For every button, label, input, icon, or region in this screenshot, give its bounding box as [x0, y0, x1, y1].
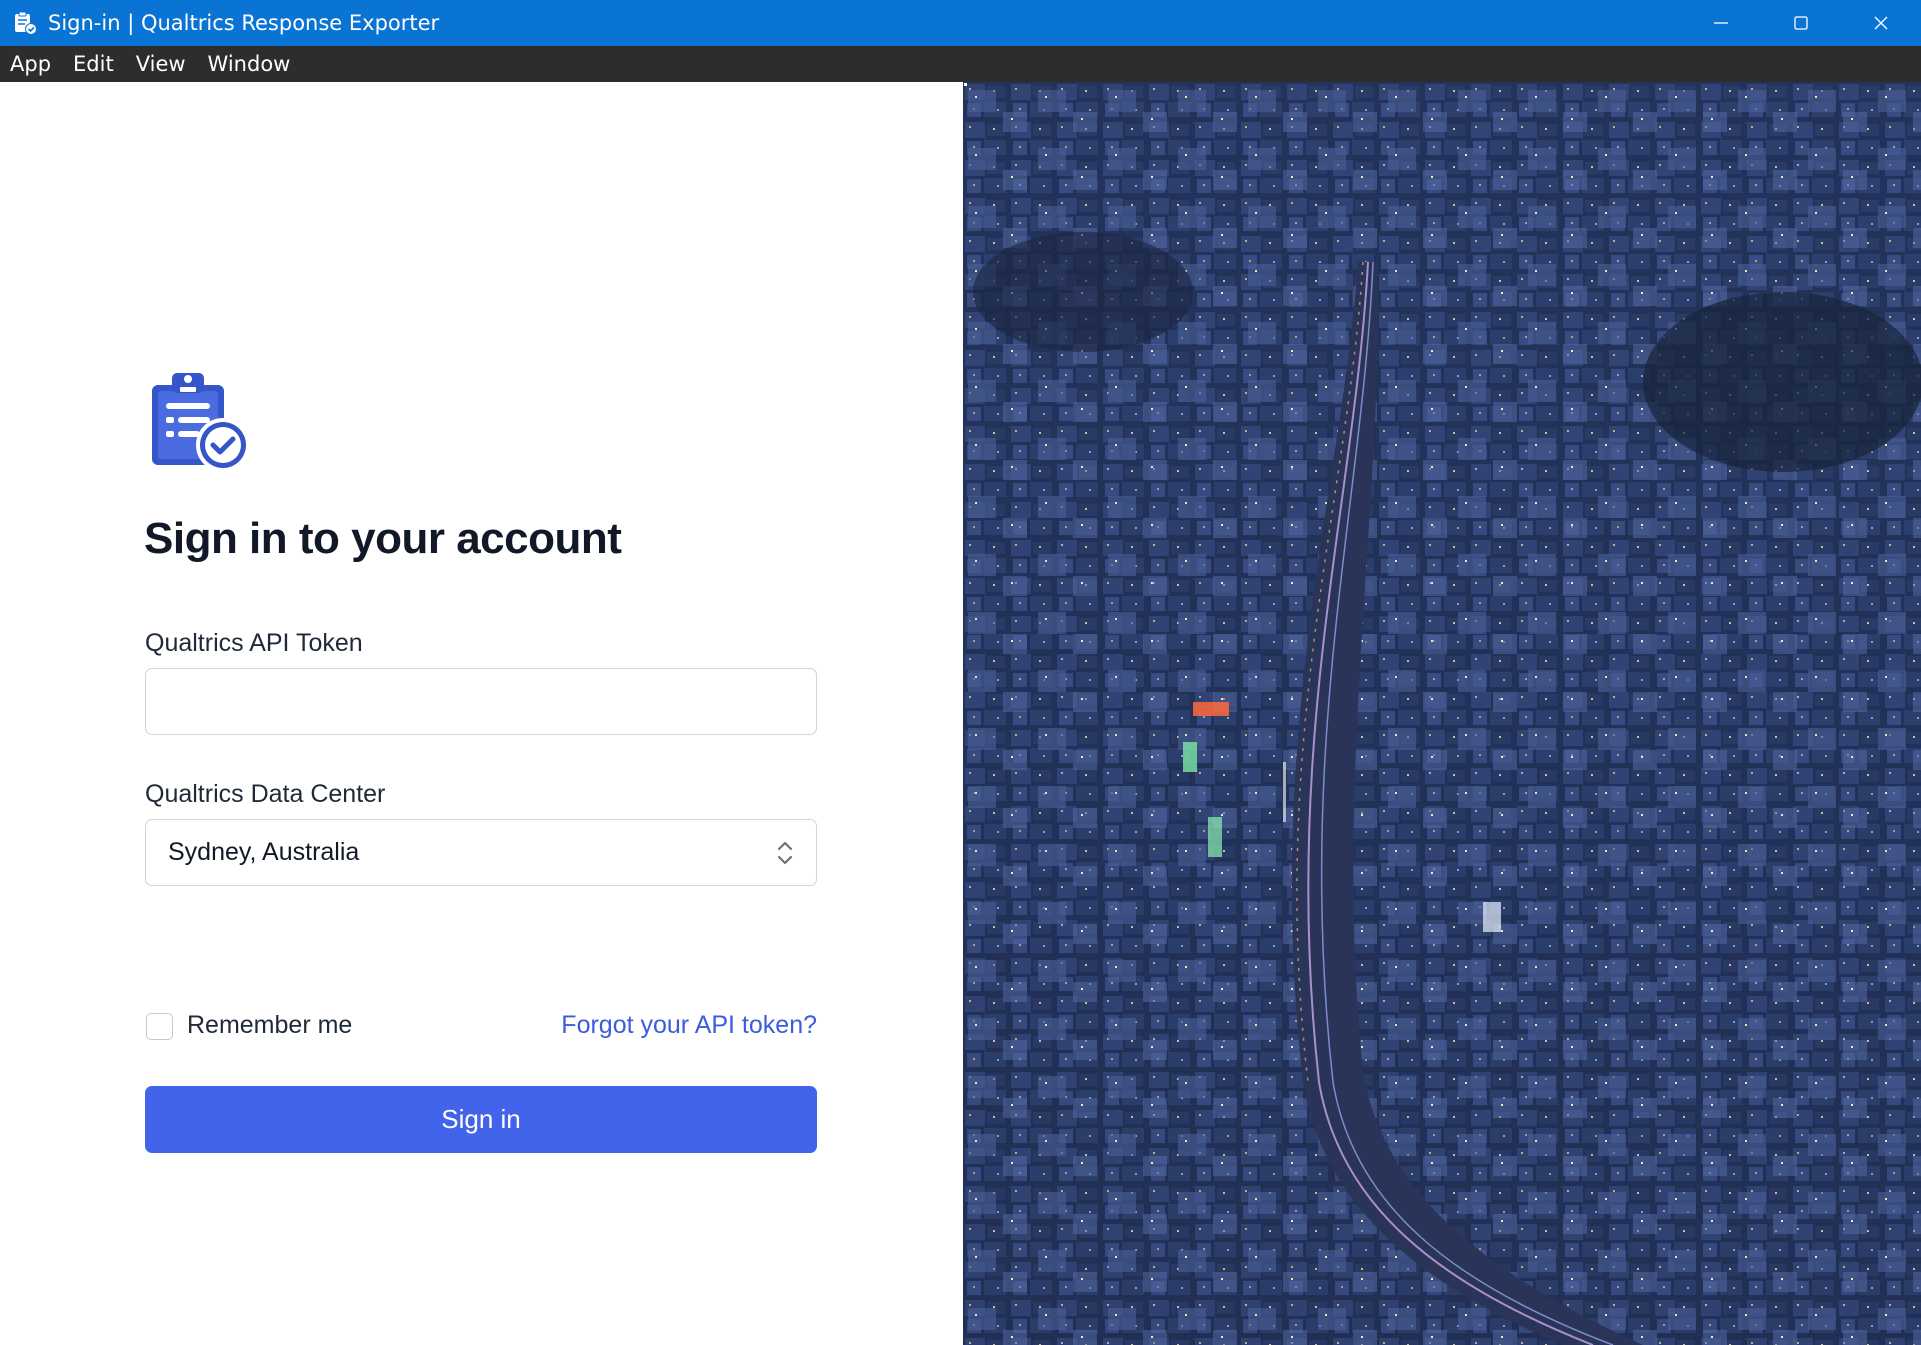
maximize-icon — [1794, 16, 1808, 30]
menu-edit[interactable]: Edit — [73, 52, 114, 76]
menu-app[interactable]: App — [10, 52, 51, 76]
sign-in-button[interactable]: Sign in — [145, 1086, 817, 1153]
api-token-label: Qualtrics API Token — [145, 629, 363, 657]
forgot-token-link[interactable]: Forgot your API token? — [561, 1011, 817, 1040]
minimize-button[interactable] — [1681, 0, 1761, 46]
maximize-button[interactable] — [1761, 0, 1841, 46]
window-title: Sign-in | Qualtrics Response Exporter — [48, 11, 440, 35]
app-clipboard-icon — [15, 11, 37, 35]
signin-panel: Sign in to your account Qualtrics API To… — [0, 82, 963, 1345]
remember-me-label[interactable]: Remember me — [187, 1011, 352, 1040]
close-icon — [1874, 16, 1888, 30]
data-center-select[interactable]: Sydney, Australia — [145, 819, 817, 886]
menu-bar: App Edit View Window — [0, 46, 1921, 82]
api-token-input[interactable] — [145, 668, 817, 735]
data-center-value: Sydney, Australia — [168, 838, 360, 866]
select-chevrons-icon — [777, 841, 793, 864]
menu-window[interactable]: Window — [208, 52, 291, 76]
clipboard-check-logo-icon — [152, 373, 250, 472]
city-night-aerial-image — [963, 82, 1921, 1345]
minimize-icon — [1714, 22, 1728, 24]
data-center-label: Qualtrics Data Center — [145, 780, 386, 808]
menu-view[interactable]: View — [136, 52, 186, 76]
title-bar: Sign-in | Qualtrics Response Exporter — [0, 0, 1921, 46]
window-controls — [1681, 0, 1921, 46]
close-button[interactable] — [1841, 0, 1921, 46]
remember-me-checkbox[interactable] — [146, 1013, 173, 1040]
city-image-drawing — [963, 82, 1921, 1345]
page-title: Sign in to your account — [144, 514, 622, 563]
